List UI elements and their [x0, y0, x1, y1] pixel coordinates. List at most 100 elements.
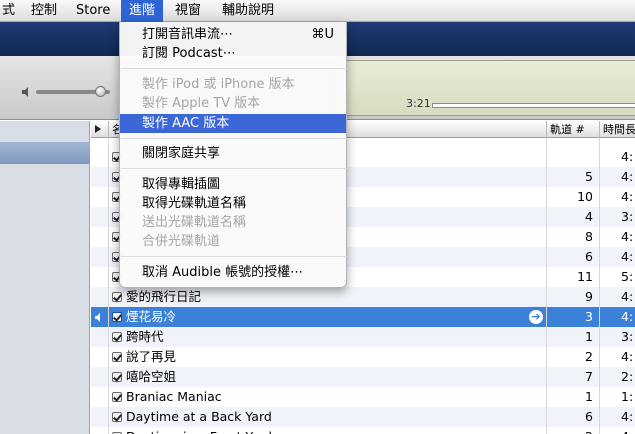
track-number — [546, 147, 596, 167]
menu-item-label: 製作 iPod 或 iPhone 版本 — [142, 77, 295, 92]
track-time: 4: — [621, 309, 634, 324]
track-number: 7 — [585, 369, 593, 384]
track-number: 11 — [577, 269, 593, 284]
menu-item-label: 取得專輯插圖 — [142, 177, 221, 192]
track-time: 4: — [621, 427, 633, 434]
track-number: 4 — [585, 209, 593, 224]
source-list — [0, 121, 90, 434]
track-name: Daytime in a Front Yard — [126, 427, 272, 434]
track-number: 3 — [585, 309, 593, 324]
track-time: 5: — [621, 269, 634, 284]
menu-separator — [121, 168, 347, 169]
track-number: 8 — [585, 229, 593, 244]
track-time: 4: — [621, 229, 634, 244]
checkbox-icon[interactable] — [112, 312, 122, 322]
menu-store[interactable]: Store — [71, 0, 115, 22]
menu-controls[interactable]: 控制 — [27, 0, 61, 22]
table-row[interactable]: Daytime in a Front Yard 2 4: — [91, 427, 635, 434]
menu-item-label: 取消 Audible 帳號的授權⋯ — [142, 265, 304, 280]
menu-separator — [121, 138, 347, 139]
menu-item-deauthorize-audible[interactable]: 取消 Audible 帳號的授權⋯ — [120, 263, 346, 282]
menu-item-make-ipod-version: 製作 iPod 或 iPhone 版本 — [120, 75, 346, 94]
menu-help[interactable]: 輔助說明 — [218, 0, 278, 22]
track-time: 4: — [621, 349, 634, 364]
track-name: 說了再見 — [126, 349, 177, 364]
menu-item-label: 製作 AAC 版本 — [142, 116, 230, 131]
menu-item-turn-off-home-sharing[interactable]: 關閉家庭共享 — [120, 144, 346, 163]
menu-item-label: 取得光碟軌道名稱 — [142, 196, 247, 211]
menu-item-shortcut: ⌘U — [311, 27, 334, 42]
column-divider — [108, 138, 109, 434]
menu-item-label: 打開音訊串流⋯ — [142, 27, 234, 42]
track-time: 4: — [621, 409, 634, 424]
speaker-low-icon[interactable] — [21, 86, 33, 98]
track-time: 2: — [621, 369, 634, 384]
menu-separator — [121, 68, 347, 69]
menu-item-label: 訂閱 Podcast⋯ — [142, 46, 236, 61]
track-name: 煙花易冷 — [126, 309, 177, 324]
menu-window[interactable]: 視窗 — [171, 0, 205, 22]
table-row[interactable]: 煙花易冷 ➔ 3 4: — [91, 307, 635, 327]
column-header-track[interactable]: 軌道 # — [546, 121, 599, 138]
table-row[interactable]: Daytime at a Back Yard 6 4: — [91, 407, 635, 427]
checkbox-icon[interactable] — [112, 412, 122, 422]
track-number: 6 — [585, 409, 593, 424]
track-number: 1 — [585, 329, 593, 344]
checkbox-icon[interactable] — [112, 392, 122, 402]
table-row[interactable]: 嘻哈空姐 7 2: — [91, 367, 635, 387]
menu-item-label: 製作 Apple TV 版本 — [142, 96, 261, 111]
sort-arrow-icon[interactable] — [95, 125, 101, 133]
menu-item-label: 合併光碟軌道 — [142, 234, 221, 249]
track-number: 1 — [585, 389, 593, 404]
volume-knob[interactable] — [95, 86, 106, 97]
track-name: 跨時代 — [126, 329, 164, 344]
menu-item-submit-track-names: 送出光碟軌道名稱 — [120, 213, 346, 232]
track-time: 1: — [621, 389, 634, 404]
menu-bar: 式 控制 Store 進階 視窗 輔助說明 — [0, 0, 635, 22]
table-row[interactable]: 愛的飛行日記 9 4: — [91, 287, 635, 307]
table-row[interactable]: 說了再見 2 4: — [91, 347, 635, 367]
track-number: 10 — [577, 189, 593, 204]
menu-file-partial[interactable]: 式 — [0, 0, 17, 22]
track-time: 4: — [621, 249, 634, 264]
track-name: 嘻哈空姐 — [126, 369, 177, 384]
track-time: 4: — [621, 169, 634, 184]
track-name: Braniac Maniac — [126, 389, 222, 404]
menu-item-make-aac-version[interactable]: 製作 AAC 版本 — [120, 114, 346, 133]
playback-progress-bar[interactable] — [432, 103, 635, 108]
menu-item-open-stream[interactable]: 打開音訊串流⋯ ⌘U — [120, 25, 346, 44]
checkbox-icon[interactable] — [112, 352, 122, 362]
track-number: 5 — [585, 169, 593, 184]
menu-item-label: 送出光碟軌道名稱 — [142, 215, 247, 230]
table-row[interactable]: Braniac Maniac 1 1: — [91, 387, 635, 407]
track-number: 2 — [585, 349, 593, 364]
track-time: 3: — [621, 209, 634, 224]
track-time: 4: — [621, 289, 634, 304]
checkbox-icon[interactable] — [112, 372, 122, 382]
menu-item-subscribe-podcast[interactable]: 訂閱 Podcast⋯ — [120, 44, 346, 63]
table-row[interactable]: 跨時代 1 3: — [91, 327, 635, 347]
track-number: 9 — [585, 289, 593, 304]
column-divider — [546, 138, 547, 434]
menu-item-label: 關閉家庭共享 — [142, 146, 221, 161]
menu-advanced[interactable]: 進階 — [121, 0, 164, 22]
advanced-menu-dropdown: 打開音訊串流⋯ ⌘U 訂閱 Podcast⋯ 製作 iPod 或 iPhone … — [119, 22, 347, 288]
track-time: 4: — [621, 149, 634, 164]
track-number: 2 — [546, 427, 596, 434]
track-name: 愛的飛行日記 — [126, 289, 202, 304]
checkbox-icon[interactable] — [112, 332, 122, 342]
track-number: 6 — [585, 249, 593, 264]
column-header-time[interactable]: 時間長 — [599, 121, 635, 138]
column-divider — [599, 138, 600, 434]
menu-item-make-appletv-version: 製作 Apple TV 版本 — [120, 94, 346, 113]
now-playing-speaker-icon — [95, 313, 100, 322]
track-time: 4: — [621, 189, 634, 204]
go-arrow-icon[interactable]: ➔ — [529, 310, 543, 324]
menu-item-join-tracks: 合併光碟軌道 — [120, 232, 346, 251]
track-time: 3: — [621, 329, 634, 344]
menu-item-get-track-names[interactable]: 取得光碟軌道名稱 — [120, 194, 346, 213]
source-list-selected-item[interactable] — [0, 142, 90, 164]
track-name: Daytime at a Back Yard — [126, 409, 272, 424]
menu-item-get-album-artwork[interactable]: 取得專輯插圖 — [120, 175, 346, 194]
checkbox-icon[interactable] — [112, 292, 122, 302]
